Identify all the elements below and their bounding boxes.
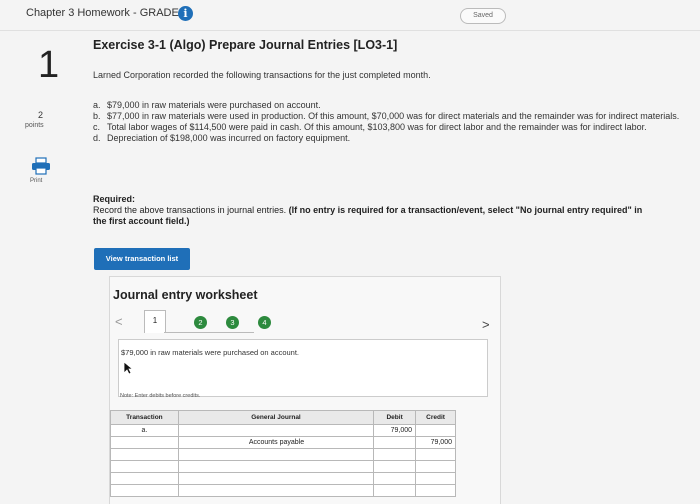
debit-field[interactable] [373, 448, 417, 461]
required-instructions: Record the above transactions in journal… [93, 205, 653, 227]
points-value: 2 [38, 110, 44, 120]
account-field[interactable] [177, 424, 375, 437]
transaction-item: d. Depreciation of $198,000 was incurred … [93, 133, 683, 144]
account-field[interactable]: Accounts payable [177, 436, 375, 449]
print-label[interactable]: Print [30, 178, 42, 184]
transaction-item: c. Total labor wages of $114,500 were pai… [93, 122, 683, 133]
transaction-cell [110, 484, 179, 497]
debits-note: Note: Enter debits before credits. [120, 393, 201, 399]
col-general-journal: General Journal [177, 410, 375, 425]
saved-badge: Saved [460, 8, 506, 24]
table-row: Accounts payable 79,000 [110, 436, 456, 449]
transaction-cell [110, 460, 179, 473]
tab-entry-4[interactable]: 4 [258, 316, 271, 329]
debit-field[interactable] [373, 460, 417, 473]
journal-table: Transaction General Journal Debit Credit… [110, 410, 456, 497]
table-row [110, 460, 456, 473]
required-heading: Required: [93, 194, 136, 204]
journal-entry-worksheet: Journal entry worksheet < 1 2 3 4 > $79,… [109, 276, 501, 504]
points-label: points [25, 122, 44, 129]
top-bar: Chapter 3 Homework - GRADED i Saved [0, 0, 700, 31]
debit-field[interactable] [373, 484, 417, 497]
table-header-row: Transaction General Journal Debit Credit [110, 410, 456, 425]
transaction-text: Total labor wages of $114,500 were paid … [107, 122, 647, 132]
next-arrow-icon[interactable]: > [482, 317, 490, 332]
tab-entry-2[interactable]: 2 [194, 316, 207, 329]
prev-arrow-icon[interactable]: < [115, 314, 123, 329]
account-field[interactable] [177, 448, 375, 461]
table-row [110, 484, 456, 497]
transaction-letter: b. [93, 111, 101, 121]
printer-icon[interactable] [29, 157, 53, 175]
col-debit: Debit [373, 410, 417, 425]
account-field[interactable] [177, 484, 375, 497]
transaction-cell [110, 472, 179, 485]
credit-field[interactable] [415, 472, 456, 485]
transaction-letter: d. [93, 133, 101, 143]
view-transaction-list-button[interactable]: View transaction list [94, 248, 190, 270]
transaction-letter: a. [93, 100, 101, 110]
tab-underline [164, 332, 254, 333]
exercise-title: Exercise 3-1 (Algo) Prepare Journal Entr… [93, 38, 398, 52]
table-row [110, 472, 456, 485]
transaction-list: a. $79,000 in raw materials were purchase… [93, 100, 683, 144]
exercise-intro: Larned Corporation recorded the followin… [93, 70, 431, 80]
required-text: Record the above transactions in journal… [93, 205, 287, 215]
transaction-item: b. $77,000 in raw materials were used in … [93, 111, 683, 122]
table-row: a. 79,000 [110, 424, 456, 437]
question-number: 1 [38, 44, 60, 86]
transaction-description: $79,000 in raw materials were purchased … [121, 348, 300, 357]
credit-field[interactable] [415, 484, 456, 497]
transaction-text: Depreciation of $198,000 was incurred on… [107, 133, 351, 143]
credit-field[interactable]: 79,000 [415, 436, 456, 449]
transaction-cell [110, 448, 179, 461]
account-field[interactable] [177, 472, 375, 485]
debit-field[interactable]: 79,000 [373, 424, 417, 437]
info-icon[interactable]: i [178, 6, 193, 21]
credit-field[interactable] [415, 424, 456, 437]
transaction-text: $77,000 in raw materials were used in pr… [107, 111, 680, 121]
mouse-cursor-icon [123, 361, 133, 375]
assignment-title: Chapter 3 Homework - GRADED [26, 7, 187, 19]
worksheet-title: Journal entry worksheet [113, 288, 258, 302]
transaction-item: a. $79,000 in raw materials were purchase… [93, 100, 683, 111]
credit-field[interactable] [415, 460, 456, 473]
transaction-cell [110, 436, 179, 449]
debit-field[interactable] [373, 436, 417, 449]
col-transaction: Transaction [110, 410, 179, 425]
col-credit: Credit [415, 410, 456, 425]
transaction-letter: c. [93, 122, 101, 132]
credit-field[interactable] [415, 448, 456, 461]
transaction-cell: a. [110, 424, 179, 437]
tab-entry-3[interactable]: 3 [226, 316, 239, 329]
table-row [110, 448, 456, 461]
debit-field[interactable] [373, 472, 417, 485]
account-field[interactable] [177, 460, 375, 473]
tab-entry-1[interactable]: 1 [144, 310, 166, 333]
transaction-description-box: $79,000 in raw materials were purchased … [118, 339, 488, 397]
transaction-text: $79,000 in raw materials were purchased … [107, 100, 321, 110]
